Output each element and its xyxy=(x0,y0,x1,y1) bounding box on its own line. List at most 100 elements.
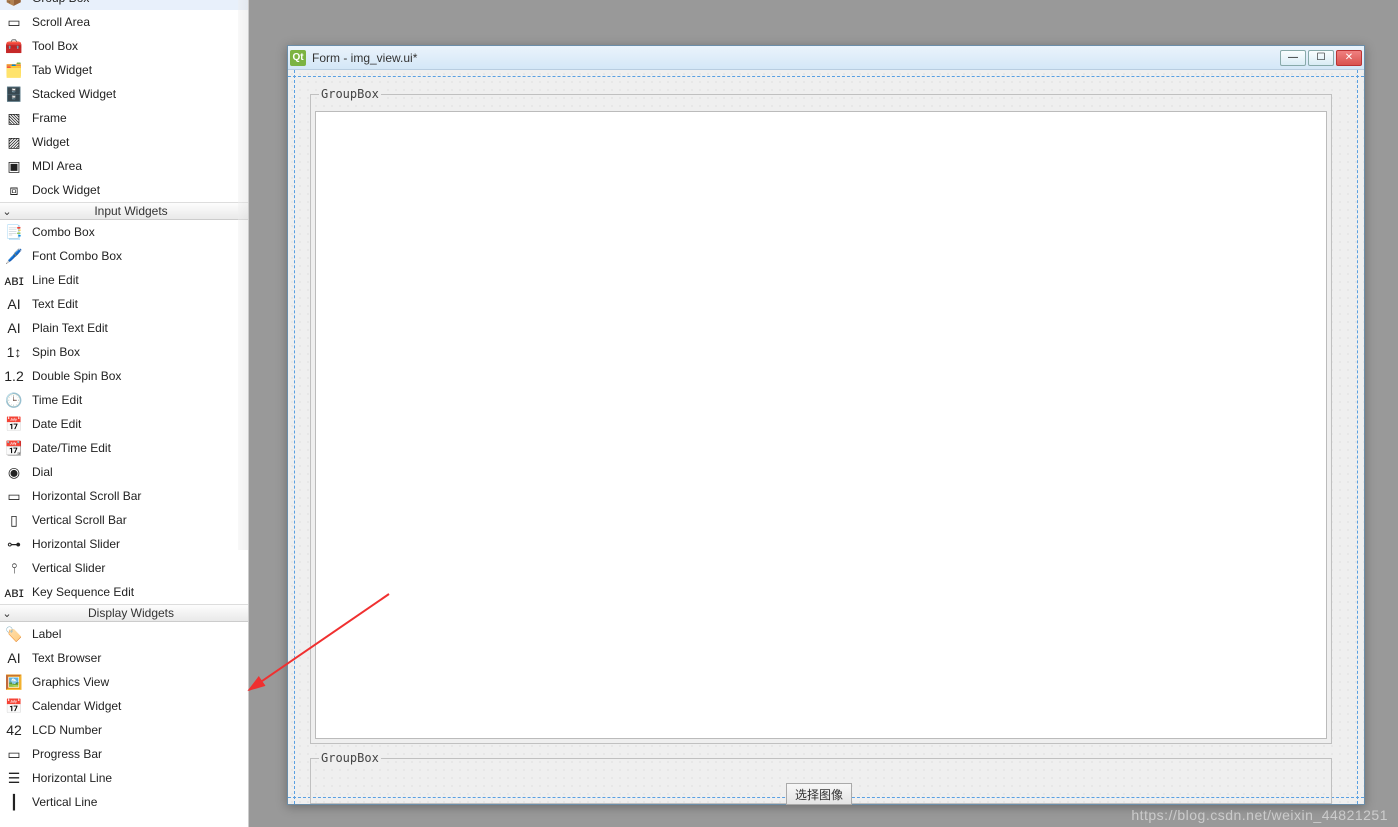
select-image-button[interactable]: 选择图像 xyxy=(786,783,852,805)
widget-horizontal-slider[interactable]: ⊶Horizontal Slider xyxy=(0,532,248,556)
widget-date-edit-label: Date Edit xyxy=(32,417,81,431)
widget-label-icon: 🏷️ xyxy=(4,624,24,644)
widget-tool-box[interactable]: 🧰Tool Box xyxy=(0,34,248,58)
widget-dial-icon: ◉ xyxy=(4,462,24,482)
widget-font-combo-box[interactable]: 🖊️ Font Combo Box xyxy=(0,244,248,268)
widget-double-spin-box[interactable]: 1.2 Double Spin Box xyxy=(0,364,248,388)
widget-lcd-number[interactable]: 42 LCD Number xyxy=(0,718,248,742)
widget-tab-widget-icon: 🗂️ xyxy=(4,60,24,80)
widget-horizontal-scroll-bar-label: Horizontal Scroll Bar xyxy=(32,489,141,503)
form-titlebar[interactable]: Qt Form - img_view.ui* — ☐ ✕ xyxy=(288,46,1364,70)
widget-time-edit-icon: 🕒 xyxy=(4,390,24,410)
form-window[interactable]: Qt Form - img_view.ui* — ☐ ✕ GroupBox Gr… xyxy=(287,45,1365,805)
widget-vertical-line[interactable]: ┃ Vertical Line xyxy=(0,790,248,814)
widget-text-browser[interactable]: AIText Browser xyxy=(0,646,248,670)
groupbox-1[interactable]: GroupBox xyxy=(310,94,1332,744)
widget-stacked-widget-label: Stacked Widget xyxy=(32,87,116,101)
widget-progress-bar[interactable]: ▭Progress Bar xyxy=(0,742,248,766)
graphics-view-area[interactable] xyxy=(315,111,1327,739)
close-button[interactable]: ✕ xyxy=(1336,50,1362,66)
minimize-button[interactable]: — xyxy=(1280,50,1306,66)
widget-dial[interactable]: ◉Dial xyxy=(0,460,248,484)
widget-graphics-view[interactable]: 🖼️Graphics View xyxy=(0,670,248,694)
widget-horizontal-line[interactable]: ☰Horizontal Line xyxy=(0,766,248,790)
widget-tab-widget[interactable]: 🗂️ Tab Widget xyxy=(0,58,248,82)
maximize-button[interactable]: ☐ xyxy=(1308,50,1334,66)
widget-text-browser-label: Text Browser xyxy=(32,651,101,665)
category-display-widgets-label: Display Widgets xyxy=(14,606,248,620)
widget-lcd-number-label: LCD Number xyxy=(32,723,102,737)
chevron-down-icon: ⌄ xyxy=(0,607,14,620)
widget-line-edit[interactable]: ᴀʙɪLine Edit xyxy=(0,268,248,292)
widget-combo-box-icon: 📑 xyxy=(4,222,24,242)
widget-dock-widget[interactable]: ⧈ Dock Widget xyxy=(0,178,248,202)
widget-mdi-area[interactable]: ▣MDI Area xyxy=(0,154,248,178)
widget-scroll-area[interactable]: ▭ Scroll Area xyxy=(0,10,248,34)
widget-scroll-area-label: Scroll Area xyxy=(32,15,90,29)
widget-graphics-view-icon: 🖼️ xyxy=(4,672,24,692)
form-body[interactable]: GroupBox GroupBox 选择图像 xyxy=(288,70,1364,804)
widget-group-box-label: Group Box xyxy=(32,0,89,5)
widget-date-edit-icon: 📅 xyxy=(4,414,24,434)
groupbox-1-title: GroupBox xyxy=(319,87,381,101)
widget-vertical-scroll-bar-icon: ▯ xyxy=(4,510,24,530)
widget-vertical-line-icon: ┃ xyxy=(4,792,24,812)
widget-key-sequence-edit[interactable]: ᴀʙɪ Key Sequence Edit xyxy=(0,580,248,604)
category-display-widgets[interactable]: ⌄Display Widgets xyxy=(0,604,248,622)
widget-horizontal-slider-icon: ⊶ xyxy=(4,534,24,554)
widget-combo-box[interactable]: 📑 Combo Box xyxy=(0,220,248,244)
widget-double-spin-box-label: Double Spin Box xyxy=(32,369,121,383)
widget-horizontal-scroll-bar-icon: ▭ xyxy=(4,486,24,506)
widget-plain-text-edit-icon: AI xyxy=(4,318,24,338)
design-canvas: Qt Form - img_view.ui* — ☐ ✕ GroupBox Gr… xyxy=(249,0,1398,827)
widget-dock-widget-icon: ⧈ xyxy=(4,180,24,200)
widget-font-combo-box-icon: 🖊️ xyxy=(4,246,24,266)
widget-date-edit[interactable]: 📅 Date Edit xyxy=(0,412,248,436)
widget-calendar-widget[interactable]: 📅Calendar Widget xyxy=(0,694,248,718)
watermark-text: https://blog.csdn.net/weixin_44821251 xyxy=(1131,807,1388,823)
widget-lcd-number-icon: 42 xyxy=(4,720,24,740)
widget-double-spin-box-icon: 1.2 xyxy=(4,366,24,386)
widget-horizontal-line-icon: ☰ xyxy=(4,768,24,788)
widget-stacked-widget-icon: 🗄️ xyxy=(4,84,24,104)
widget-dock-widget-label: Dock Widget xyxy=(32,183,100,197)
widget-frame-icon: ▧ xyxy=(4,108,24,128)
widget-calendar-widget-icon: 📅 xyxy=(4,696,24,716)
widget-tool-box-label: Tool Box xyxy=(32,39,78,53)
widget-spin-box-icon: 1↕ xyxy=(4,342,24,362)
widget-widget[interactable]: ▨Widget xyxy=(0,130,248,154)
widget-widget-icon: ▨ xyxy=(4,132,24,152)
widget-date-time-edit[interactable]: 📆 Date/Time Edit xyxy=(0,436,248,460)
widget-stacked-widget[interactable]: 🗄️ Stacked Widget xyxy=(0,82,248,106)
widget-font-combo-box-label: Font Combo Box xyxy=(32,249,122,263)
widget-label-label: Label xyxy=(32,627,61,641)
widget-time-edit[interactable]: 🕒 Time Edit xyxy=(0,388,248,412)
widget-label[interactable]: 🏷️ Label xyxy=(0,622,248,646)
widget-combo-box-label: Combo Box xyxy=(32,225,95,239)
widget-vertical-slider-label: Vertical Slider xyxy=(32,561,105,575)
widget-vertical-slider[interactable]: ⫯ Vertical Slider xyxy=(0,556,248,580)
widget-scroll-area-icon: ▭ xyxy=(4,12,24,32)
qt-icon: Qt xyxy=(290,50,306,66)
widget-spin-box[interactable]: 1↕ Spin Box xyxy=(0,340,248,364)
widget-time-edit-label: Time Edit xyxy=(32,393,82,407)
widget-group-box[interactable]: 📦Group Box xyxy=(0,0,248,10)
widget-frame[interactable]: ▧Frame xyxy=(0,106,248,130)
widget-date-time-edit-icon: 📆 xyxy=(4,438,24,458)
widget-tab-widget-label: Tab Widget xyxy=(32,63,92,77)
widget-text-edit-icon: AI xyxy=(4,294,24,314)
widget-progress-bar-icon: ▭ xyxy=(4,744,24,764)
widget-spin-box-label: Spin Box xyxy=(32,345,80,359)
widget-vertical-line-label: Vertical Line xyxy=(32,795,97,809)
category-input-widgets[interactable]: ⌄Input Widgets xyxy=(0,202,248,220)
widget-key-sequence-edit-icon: ᴀʙɪ xyxy=(4,582,24,602)
widget-text-edit[interactable]: AIText Edit xyxy=(0,292,248,316)
widget-plain-text-edit[interactable]: AIPlain Text Edit xyxy=(0,316,248,340)
form-title: Form - img_view.ui* xyxy=(312,51,1280,65)
widget-vertical-slider-icon: ⫯ xyxy=(4,558,24,578)
category-input-widgets-label: Input Widgets xyxy=(14,204,248,218)
widget-vertical-scroll-bar[interactable]: ▯Vertical Scroll Bar xyxy=(0,508,248,532)
widget-horizontal-scroll-bar[interactable]: ▭ Horizontal Scroll Bar xyxy=(0,484,248,508)
widget-key-sequence-edit-label: Key Sequence Edit xyxy=(32,585,134,599)
widget-date-time-edit-label: Date/Time Edit xyxy=(32,441,111,455)
